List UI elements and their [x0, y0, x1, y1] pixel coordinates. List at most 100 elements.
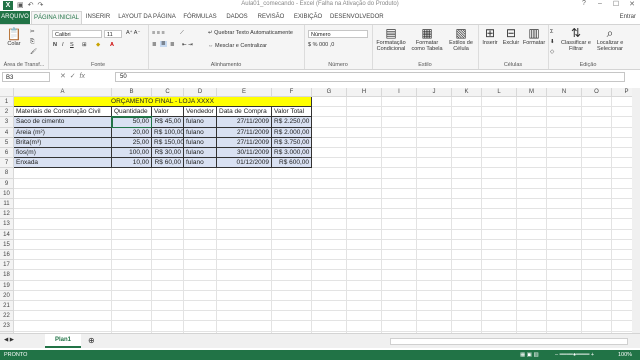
- row-header[interactable]: 4: [0, 127, 14, 138]
- column-header[interactable]: P: [612, 88, 632, 97]
- empty-cell[interactable]: [152, 229, 184, 240]
- empty-cell[interactable]: [217, 270, 272, 281]
- empty-cell[interactable]: [582, 250, 612, 261]
- maximize-icon[interactable]: ☐: [608, 0, 624, 11]
- table-header-cell[interactable]: Data de Compra: [217, 107, 272, 118]
- empty-cell[interactable]: [582, 301, 612, 312]
- empty-cell[interactable]: [152, 260, 184, 271]
- empty-cell[interactable]: [347, 148, 382, 159]
- empty-cell[interactable]: [547, 239, 582, 250]
- table-cell[interactable]: Saco de cimento: [14, 117, 112, 128]
- empty-cell[interactable]: [14, 188, 112, 199]
- empty-cell[interactable]: [547, 219, 582, 230]
- table-cell[interactable]: R$ 30,00: [152, 148, 184, 159]
- empty-cell[interactable]: [417, 97, 452, 108]
- empty-cell[interactable]: [452, 260, 482, 271]
- empty-cell[interactable]: [452, 250, 482, 261]
- empty-cell[interactable]: [517, 117, 547, 128]
- align-left-icon[interactable]: ≣: [152, 42, 157, 48]
- table-cell[interactable]: 01/12/2009: [217, 158, 272, 169]
- empty-cell[interactable]: [312, 127, 347, 138]
- currency-icon[interactable]: $ % 000 ,0: [308, 42, 334, 48]
- empty-cell[interactable]: [382, 178, 417, 189]
- empty-cell[interactable]: [312, 158, 347, 169]
- empty-cell[interactable]: [612, 168, 632, 179]
- empty-cell[interactable]: [547, 148, 582, 159]
- table-cell[interactable]: fulano: [184, 148, 217, 159]
- insert-cells-button[interactable]: ⊞ Inserir: [480, 27, 500, 47]
- clear-icon[interactable]: ◇: [550, 49, 554, 55]
- empty-cell[interactable]: [347, 280, 382, 291]
- empty-cell[interactable]: [482, 219, 517, 230]
- empty-cell[interactable]: [184, 290, 217, 301]
- empty-cell[interactable]: [612, 240, 632, 250]
- empty-cell[interactable]: [112, 188, 152, 199]
- minimize-icon[interactable]: –: [592, 0, 608, 11]
- empty-cell[interactable]: [312, 239, 347, 250]
- empty-cell[interactable]: [382, 97, 417, 108]
- empty-cell[interactable]: [482, 188, 517, 199]
- empty-cell[interactable]: [347, 321, 382, 332]
- conditional-format-button[interactable]: ▤ Formatação Condicional: [374, 27, 408, 53]
- empty-cell[interactable]: [547, 107, 582, 118]
- empty-cell[interactable]: [272, 188, 312, 199]
- row-header[interactable]: 9: [0, 178, 14, 189]
- empty-cell[interactable]: [347, 97, 382, 108]
- empty-cell[interactable]: [382, 137, 417, 148]
- align-top-icon[interactable]: ≡ ≡ ≡: [152, 30, 165, 36]
- empty-cell[interactable]: [482, 209, 517, 220]
- empty-cell[interactable]: [152, 311, 184, 322]
- empty-cell[interactable]: [612, 301, 632, 312]
- empty-cell[interactable]: [582, 199, 612, 210]
- zoom-slider[interactable]: – ━━━━●━━━━ +: [555, 350, 594, 360]
- empty-cell[interactable]: [417, 239, 452, 250]
- empty-cell[interactable]: [184, 209, 217, 220]
- empty-cell[interactable]: [152, 178, 184, 189]
- empty-cell[interactable]: [582, 229, 612, 240]
- empty-cell[interactable]: [14, 209, 112, 220]
- column-header[interactable]: I: [382, 88, 417, 97]
- sheet-tab-plan1[interactable]: Plan1: [45, 334, 81, 348]
- empty-cell[interactable]: [382, 260, 417, 271]
- format-table-button[interactable]: ▦ Formatar como Tabela: [410, 27, 444, 53]
- table-cell[interactable]: R$ 45,00: [152, 117, 184, 128]
- empty-cell[interactable]: [452, 97, 482, 108]
- empty-cell[interactable]: [612, 219, 632, 230]
- font-size-select[interactable]: 11: [104, 30, 122, 38]
- empty-cell[interactable]: [482, 270, 517, 281]
- format-painter-icon[interactable]: 🖌: [30, 49, 37, 55]
- empty-cell[interactable]: [547, 270, 582, 281]
- delete-cells-button[interactable]: ⊟ Excluir: [501, 27, 521, 47]
- empty-cell[interactable]: [152, 188, 184, 199]
- empty-cell[interactable]: [112, 178, 152, 189]
- row-header[interactable]: 13: [0, 219, 14, 230]
- empty-cell[interactable]: [312, 199, 347, 210]
- empty-cell[interactable]: [417, 209, 452, 220]
- empty-cell[interactable]: [14, 178, 112, 189]
- empty-cell[interactable]: [382, 229, 417, 240]
- empty-cell[interactable]: [517, 127, 547, 138]
- empty-cell[interactable]: [112, 260, 152, 271]
- empty-cell[interactable]: [347, 127, 382, 138]
- empty-cell[interactable]: [582, 219, 612, 230]
- empty-cell[interactable]: [14, 301, 112, 312]
- empty-cell[interactable]: [417, 188, 452, 199]
- empty-cell[interactable]: [452, 219, 482, 230]
- row-header[interactable]: 12: [0, 209, 14, 220]
- column-header[interactable]: J: [417, 88, 452, 97]
- empty-cell[interactable]: [184, 188, 217, 199]
- row-header[interactable]: 23: [0, 321, 14, 332]
- empty-cell[interactable]: [312, 301, 347, 312]
- empty-cell[interactable]: [112, 229, 152, 240]
- row-header[interactable]: 16: [0, 250, 14, 261]
- empty-cell[interactable]: [272, 199, 312, 210]
- table-header-cell[interactable]: Vendedor: [184, 107, 217, 118]
- table-cell[interactable]: Brita(m³): [14, 137, 112, 148]
- empty-cell[interactable]: [582, 158, 612, 169]
- empty-cell[interactable]: [417, 178, 452, 189]
- tab-formulas[interactable]: FÓRMULAS: [182, 11, 218, 24]
- empty-cell[interactable]: [547, 209, 582, 220]
- empty-cell[interactable]: [482, 127, 517, 138]
- empty-cell[interactable]: [312, 168, 347, 179]
- empty-cell[interactable]: [272, 250, 312, 261]
